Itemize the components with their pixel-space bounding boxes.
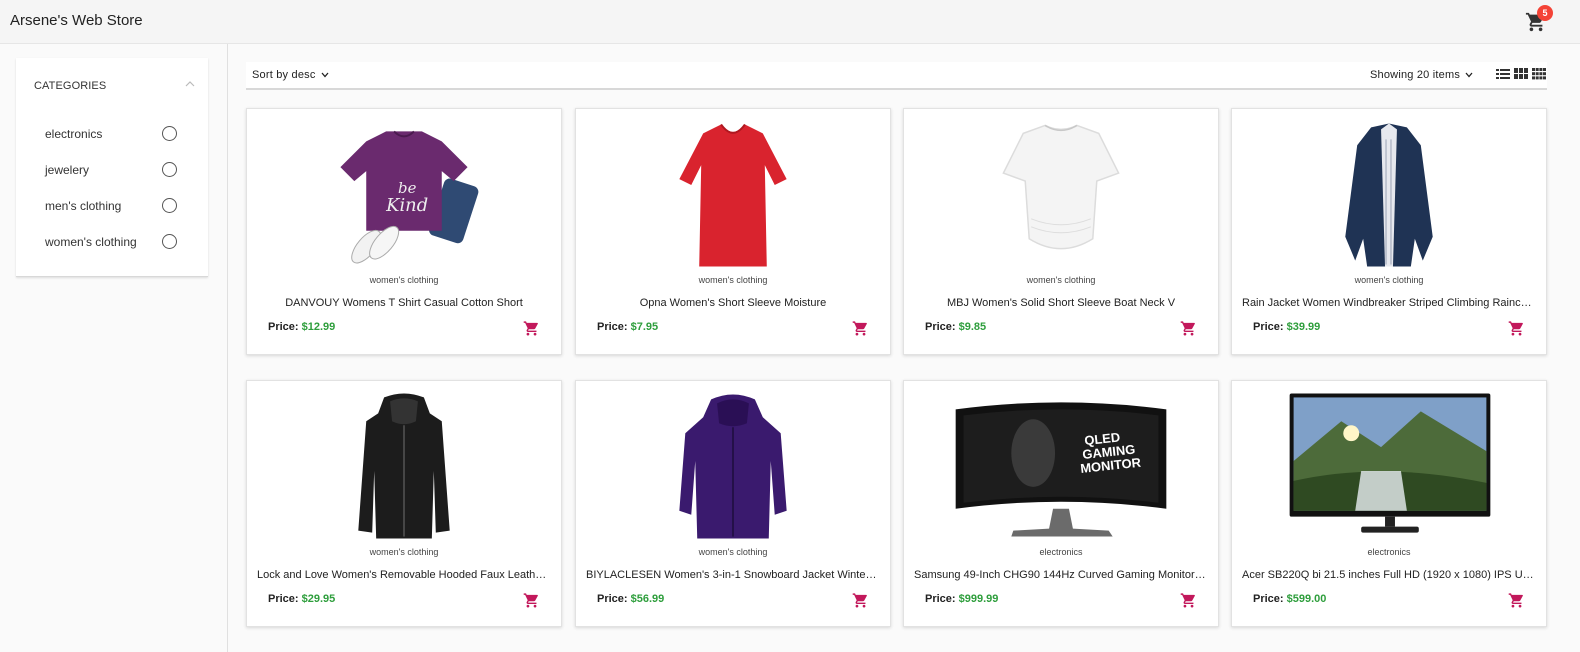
items-per-page-dropdown[interactable]: Showing 20 items: [1370, 69, 1473, 81]
store-title: Arsene's Web Store: [10, 12, 143, 29]
product-card[interactable]: women's clothing BIYLACLESEN Women's 3-i…: [575, 380, 891, 627]
product-image-red-vneck-shirt[interactable]: [576, 119, 890, 269]
product-card[interactable]: women's clothing Opna Women's Short Slee…: [575, 108, 891, 355]
category-label: women's clothing: [45, 235, 137, 249]
product-price: Price: $999.99: [925, 593, 998, 605]
add-to-cart-icon[interactable]: [1508, 592, 1525, 609]
price-label: Price:: [925, 593, 956, 605]
product-category: women's clothing: [1354, 275, 1424, 285]
category-option-electronics[interactable]: electronics: [16, 119, 208, 149]
sort-dropdown[interactable]: Sort by desc: [252, 69, 329, 81]
price-value: $12.99: [301, 321, 336, 333]
price-label: Price:: [268, 321, 299, 333]
add-to-cart-icon[interactable]: [1508, 320, 1525, 337]
product-price: Price: $39.99: [1253, 321, 1320, 333]
showing-label: Showing 20 items: [1370, 69, 1461, 81]
price-label: Price:: [1253, 593, 1284, 605]
product-image-purple-tshirt[interactable]: be Kind: [247, 119, 561, 269]
product-price: Price: $12.99: [268, 321, 335, 333]
category-label: jewelery: [45, 163, 90, 177]
product-price: Price: $9.85: [925, 321, 986, 333]
product-category: women's clothing: [369, 547, 439, 557]
product-name[interactable]: MBJ Women's Solid Short Sleeve Boat Neck…: [914, 297, 1208, 309]
categories-header: CATEGORIES: [34, 80, 107, 92]
grid-view-icon[interactable]: [1514, 68, 1528, 80]
product-name[interactable]: DANVOUY Womens T Shirt Casual Cotton Sho…: [257, 297, 551, 309]
category-radio[interactable]: [162, 198, 177, 213]
product-category: electronics: [1039, 547, 1083, 557]
svg-text:Kind: Kind: [385, 195, 428, 216]
category-label: electronics: [45, 127, 103, 141]
product-toolbar: Sort by desc Showing 20 items: [246, 62, 1547, 90]
product-card[interactable]: be Kind women's clothing DANVOUY Womens …: [246, 108, 562, 355]
add-to-cart-icon[interactable]: [1180, 320, 1197, 337]
category-radio[interactable]: [162, 162, 177, 177]
product-image-landscape-monitor[interactable]: [1232, 391, 1546, 541]
product-name[interactable]: Rain Jacket Women Windbreaker Striped Cl…: [1242, 297, 1536, 309]
product-image-purple-snow-jacket[interactable]: [576, 391, 890, 541]
add-to-cart-icon[interactable]: [523, 320, 540, 337]
category-option-mens-clothing[interactable]: men's clothing: [16, 191, 208, 221]
price-label: Price:: [268, 593, 299, 605]
price-value: $999.99: [958, 593, 999, 605]
category-option-jewelery[interactable]: jewelery: [16, 155, 208, 185]
categories-panel: CATEGORIES electronics jewelery men's cl…: [16, 58, 208, 277]
product-card[interactable]: women's clothing Rain Jacket Women Windb…: [1231, 108, 1547, 355]
product-category: women's clothing: [698, 547, 768, 557]
price-label: Price:: [597, 593, 628, 605]
product-name[interactable]: BIYLACLESEN Women's 3-in-1 Snowboard Jac…: [586, 569, 880, 581]
price-value: $39.99: [1286, 321, 1321, 333]
category-label: men's clothing: [45, 199, 122, 213]
price-label: Price:: [925, 321, 956, 333]
add-to-cart-icon[interactable]: [852, 320, 869, 337]
cart-count-badge: 5: [1537, 5, 1553, 21]
category-radio[interactable]: [162, 126, 177, 141]
product-price: Price: $599.00: [1253, 593, 1326, 605]
add-to-cart-icon[interactable]: [852, 592, 869, 609]
product-name[interactable]: Acer SB220Q bi 21.5 inches Full HD (1920…: [1242, 569, 1536, 581]
product-category: women's clothing: [369, 275, 439, 285]
product-price: Price: $29.95: [268, 593, 335, 605]
product-image-curved-monitor[interactable]: QLED GAMING MONITOR: [904, 391, 1218, 541]
app-bar: Arsene's Web Store 5: [0, 0, 1580, 44]
price-value: $56.99: [630, 593, 665, 605]
product-card[interactable]: women's clothing MBJ Women's Solid Short…: [903, 108, 1219, 355]
chevron-up-icon[interactable]: [184, 78, 196, 90]
sidebar: CATEGORIES electronics jewelery men's cl…: [0, 44, 228, 652]
sort-label: Sort by desc: [252, 69, 316, 81]
chevron-down-icon: [321, 72, 329, 78]
product-card[interactable]: electronics Acer SB220Q bi 21.5 inches F…: [1231, 380, 1547, 627]
chevron-down-icon: [1465, 72, 1473, 78]
product-category: electronics: [1367, 547, 1411, 557]
price-value: $599.00: [1286, 593, 1327, 605]
product-price: Price: $56.99: [597, 593, 664, 605]
product-image-navy-raincoat[interactable]: [1232, 119, 1546, 269]
category-radio[interactable]: [162, 234, 177, 249]
add-to-cart-icon[interactable]: [1180, 592, 1197, 609]
add-to-cart-icon[interactable]: [523, 592, 540, 609]
price-label: Price:: [1253, 321, 1284, 333]
list-view-icon[interactable]: [1496, 68, 1510, 80]
product-image-black-leather-jacket[interactable]: [247, 391, 561, 541]
product-card[interactable]: women's clothing Lock and Love Women's R…: [246, 380, 562, 627]
product-price: Price: $7.95: [597, 321, 658, 333]
price-value: $7.95: [630, 321, 659, 333]
product-category: women's clothing: [1026, 275, 1096, 285]
product-image-white-top[interactable]: [904, 119, 1218, 269]
product-name[interactable]: Samsung 49-Inch CHG90 144Hz Curved Gamin…: [914, 569, 1208, 581]
compact-grid-view-icon[interactable]: [1532, 68, 1546, 80]
price-label: Price:: [597, 321, 628, 333]
price-value: $9.85: [958, 321, 987, 333]
product-category: women's clothing: [698, 275, 768, 285]
product-card[interactable]: QLED GAMING MONITOR electronics Samsung …: [903, 380, 1219, 627]
price-value: $29.95: [301, 593, 336, 605]
product-name[interactable]: Opna Women's Short Sleeve Moisture: [586, 297, 880, 309]
category-option-womens-clothing[interactable]: women's clothing: [16, 227, 208, 257]
product-name[interactable]: Lock and Love Women's Removable Hooded F…: [257, 569, 551, 581]
